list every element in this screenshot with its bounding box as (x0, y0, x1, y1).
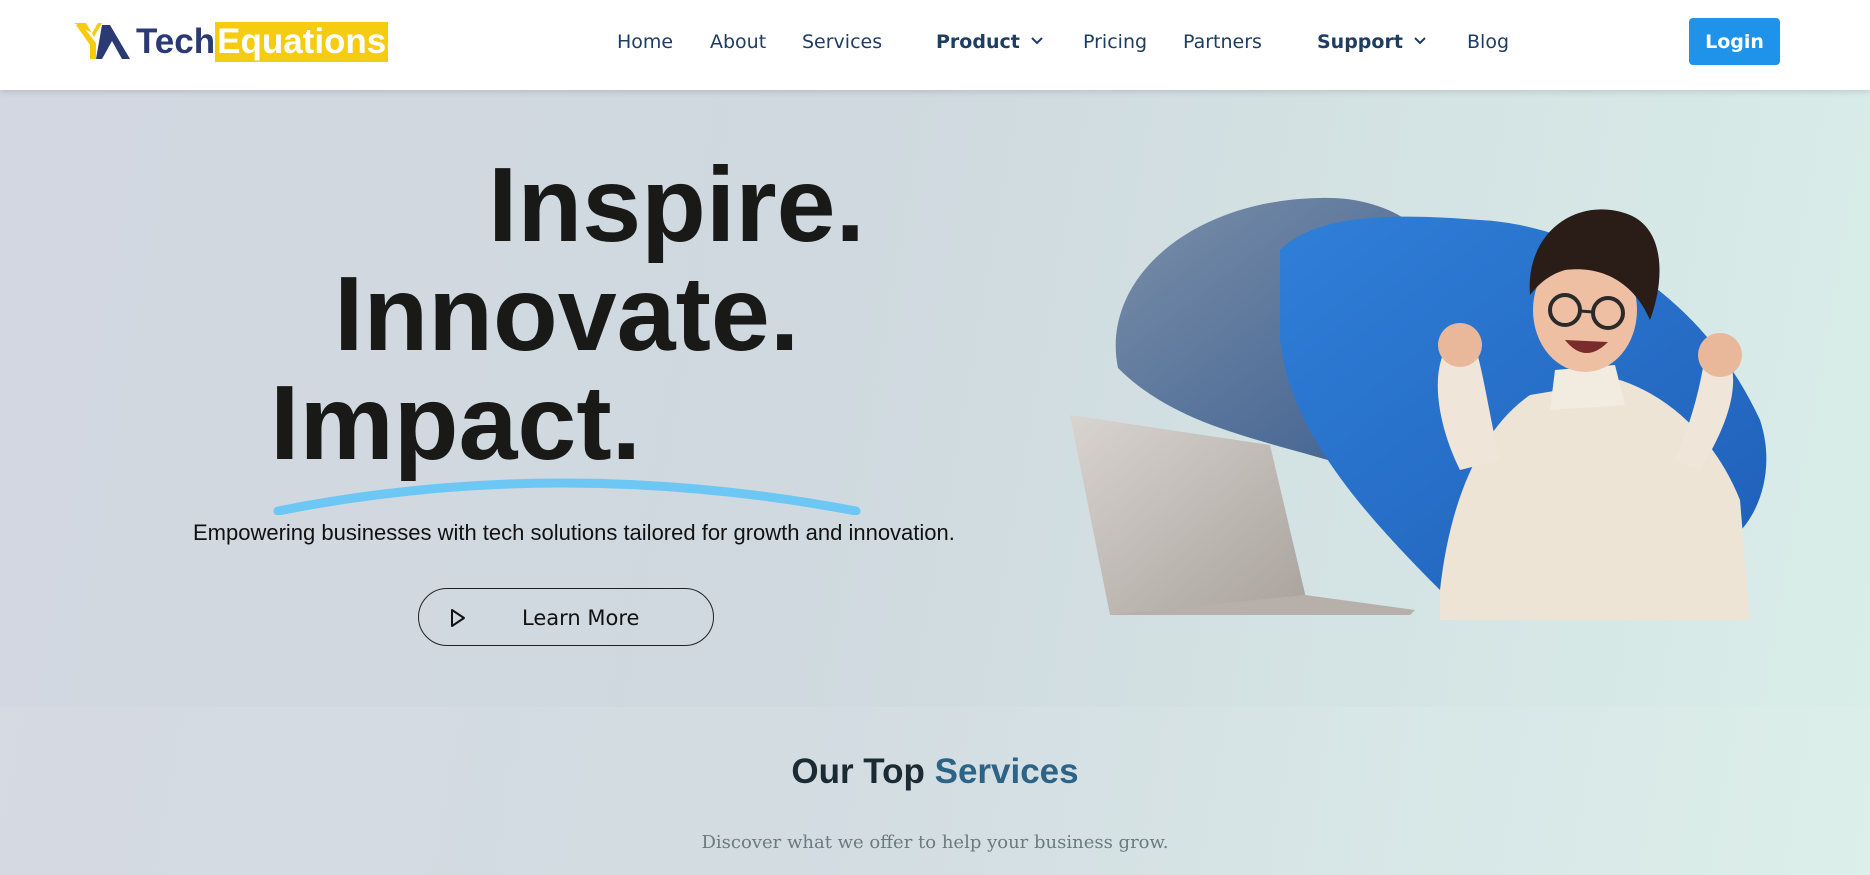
play-icon (451, 609, 465, 627)
site-header: Tech Equations Home About Services Produ… (0, 0, 1870, 90)
logo-mark-icon (74, 23, 130, 59)
brand-logo[interactable]: Tech Equations (72, 21, 389, 63)
login-button[interactable]: Login (1689, 18, 1780, 65)
learn-more-label: Learn More (522, 606, 640, 630)
services-title-accent: Services (934, 752, 1079, 791)
hero-image (1070, 197, 1767, 620)
logo-text-equations: Equations (215, 22, 389, 62)
nav-pricing[interactable]: Pricing (1083, 30, 1147, 54)
services-subtitle: Discover what we offer to help your busi… (701, 832, 1169, 853)
nav-about[interactable]: About (710, 30, 766, 54)
learn-more-button[interactable]: Learn More (418, 588, 714, 646)
nav-partners[interactable]: Partners (1183, 30, 1262, 54)
nav-home[interactable]: Home (617, 30, 673, 54)
hero-heading-innovate: Innovate. (334, 255, 800, 373)
hero-heading-inspire: Inspire. (488, 146, 866, 264)
services-title-prefix: Our Top (791, 752, 925, 791)
services-title: Our Top Services (0, 752, 1870, 792)
nav-blog[interactable]: Blog (1467, 30, 1509, 54)
chevron-down-icon[interactable] (1029, 33, 1045, 49)
nav-support[interactable]: Support (1317, 30, 1403, 54)
nav-product[interactable]: Product (936, 30, 1020, 54)
hero-underline-stroke (273, 478, 861, 515)
nav-services[interactable]: Services (802, 30, 882, 54)
hero-tagline: Empowering businesses with tech solution… (193, 520, 955, 545)
hero-heading-impact: Impact. (270, 364, 642, 482)
logo-text-tech: Tech (136, 22, 216, 61)
chevron-down-icon[interactable] (1412, 33, 1428, 49)
